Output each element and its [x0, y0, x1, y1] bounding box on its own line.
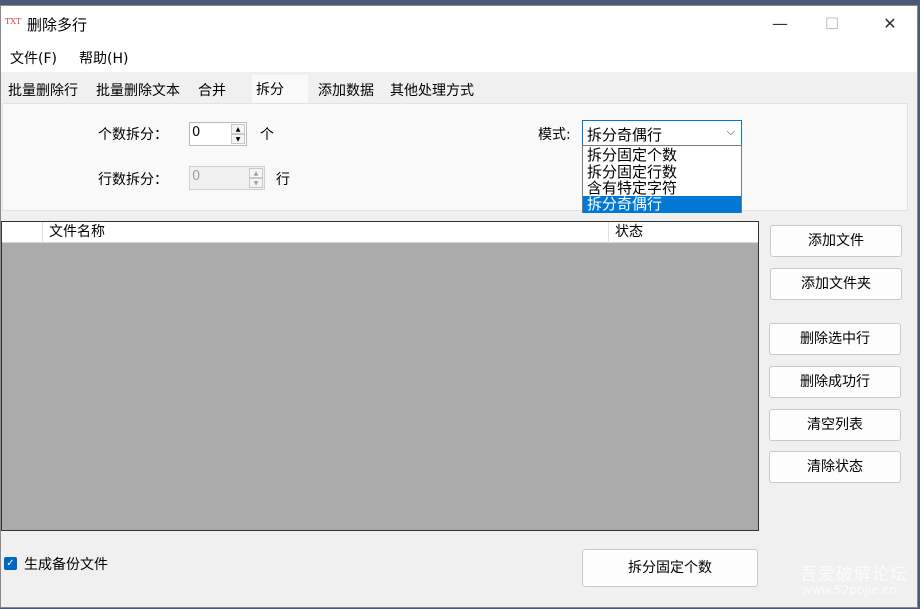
mode-option-odd-even[interactable]: 拆分奇偶行 — [583, 196, 741, 213]
txt-app-icon: TXT — [5, 17, 22, 26]
file-list[interactable]: 文件名称 状态 — [1, 221, 759, 531]
watermark-title: 吾爱破解论坛 — [800, 565, 908, 585]
watermark-url: www.52pojie.cn — [802, 583, 897, 597]
chevron-down-icon: ⌵ — [726, 125, 735, 138]
count-split-label: 个数拆分： — [98, 127, 168, 143]
menu-bar: 文件(F) 帮助(H) — [1, 42, 917, 72]
rows-split-label: 行数拆分： — [98, 172, 168, 188]
mode-select-value: 拆分奇偶行 — [587, 126, 663, 144]
spin-down-icon[interactable]: ▼ — [231, 134, 245, 144]
clear-list-button[interactable]: 清空列表 — [769, 409, 901, 441]
split-tab-panel — [2, 103, 908, 211]
title-bar[interactable]: TXT 删除多行 — ☐ ✕ — [1, 6, 917, 42]
mode-dropdown-list: 拆分固定个数 拆分固定行数 含有特定字符 拆分奇偶行 — [582, 145, 742, 213]
rows-split-spinner[interactable]: 0 ▲ ▼ — [189, 166, 265, 190]
tab-other-methods[interactable]: 其他处理方式 — [386, 78, 478, 104]
tab-batch-delete-lines[interactable]: 批量删除行 — [4, 78, 82, 104]
tab-merge[interactable]: 合并 — [194, 78, 242, 104]
delete-selected-rows-button[interactable]: 删除选中行 — [769, 323, 901, 355]
column-header-status[interactable]: 状态 — [609, 222, 758, 243]
tab-add-data[interactable]: 添加数据 — [314, 78, 378, 104]
split-action-button[interactable]: 拆分固定个数 — [582, 549, 758, 587]
maximize-button[interactable]: ☐ — [809, 8, 855, 40]
column-header-filename[interactable]: 文件名称 — [43, 222, 609, 243]
minimize-button[interactable]: — — [757, 8, 803, 40]
clear-status-button[interactable]: 清除状态 — [769, 451, 901, 483]
add-file-button[interactable]: 添加文件 — [770, 225, 902, 257]
count-unit-label: 个 — [260, 127, 274, 143]
backup-checkbox[interactable]: ✓ — [4, 557, 17, 570]
delete-success-rows-button[interactable]: 删除成功行 — [769, 366, 901, 398]
spin-up-icon[interactable]: ▲ — [231, 124, 245, 134]
spin-up-icon[interactable]: ▲ — [249, 168, 263, 178]
window-title: 删除多行 — [27, 16, 88, 34]
spin-down-icon[interactable]: ▼ — [249, 178, 263, 188]
close-button[interactable]: ✕ — [867, 8, 913, 40]
mode-label: 模式: — [538, 127, 571, 143]
column-header-index[interactable] — [2, 222, 43, 243]
rows-unit-label: 行 — [276, 172, 290, 188]
backup-label: 生成备份文件 — [24, 557, 108, 573]
mode-select[interactable]: 拆分奇偶行 ⌵ — [582, 120, 742, 146]
spinner-arrows[interactable]: ▲ ▼ — [249, 168, 263, 188]
rows-split-value: 0 — [192, 169, 201, 184]
add-folder-button[interactable]: 添加文件夹 — [770, 268, 902, 300]
menu-help[interactable]: 帮助(H) — [79, 48, 128, 68]
menu-file[interactable]: 文件(F) — [10, 48, 57, 68]
tab-batch-delete-text[interactable]: 批量删除文本 — [92, 78, 184, 104]
count-split-value: 0 — [192, 125, 201, 140]
file-list-header: 文件名称 状态 — [2, 222, 758, 243]
count-split-spinner[interactable]: 0 ▲ ▼ — [189, 122, 247, 146]
tab-split[interactable]: 拆分 — [252, 75, 308, 104]
mode-option-fixed-count[interactable]: 拆分固定个数 — [583, 147, 741, 164]
spinner-arrows[interactable]: ▲ ▼ — [231, 124, 245, 144]
